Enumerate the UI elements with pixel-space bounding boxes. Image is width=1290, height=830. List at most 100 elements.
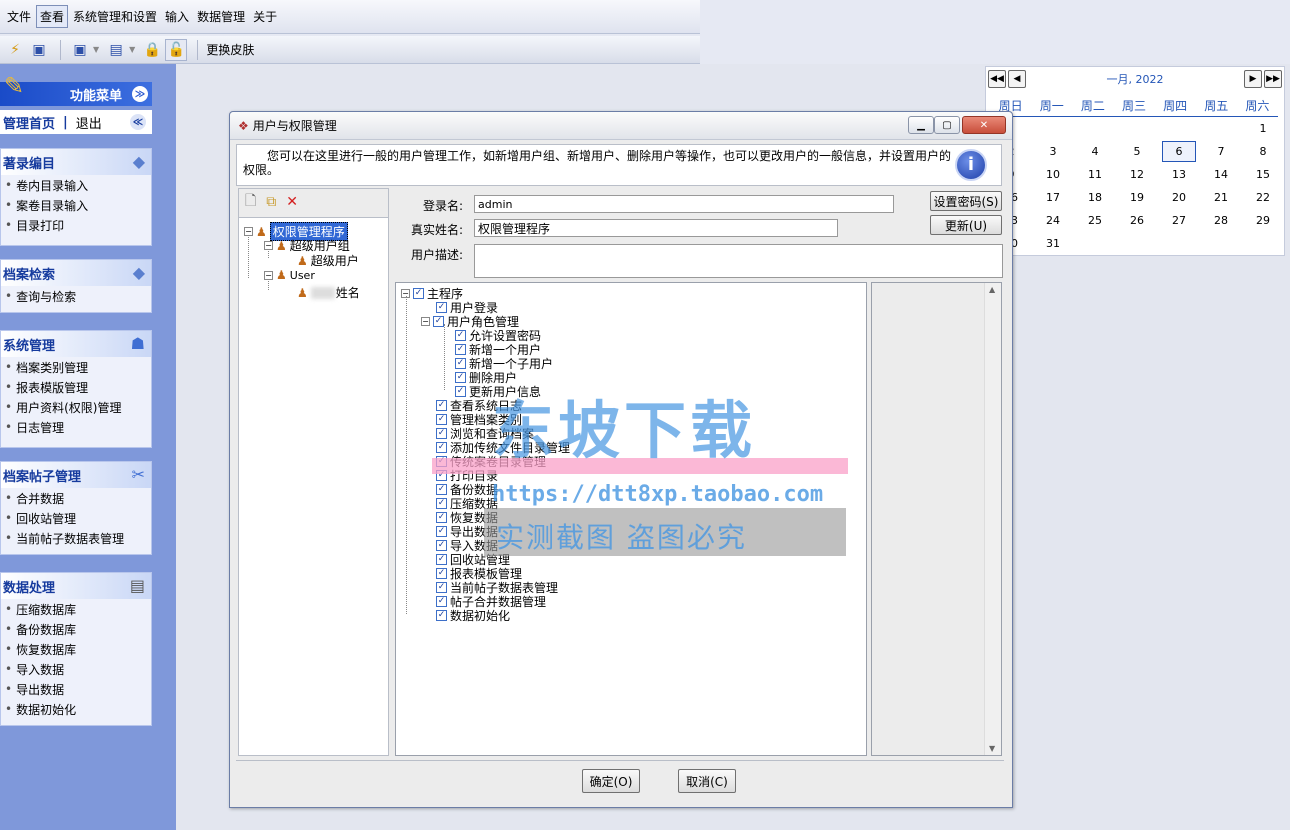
calendar-day[interactable]: 29	[1242, 209, 1284, 232]
permission-checkbox[interactable]: ✓	[436, 469, 447, 481]
permission-checkbox[interactable]: ✓	[436, 399, 447, 411]
collapse-icon[interactable]: −	[264, 270, 273, 280]
print-icon[interactable]: ▤	[105, 39, 127, 61]
permission-checkbox[interactable]: ✓	[436, 413, 447, 425]
lock-icon[interactable]: 🔒	[141, 39, 163, 61]
sidebar-item-print-catalog[interactable]: 目录打印	[1, 215, 151, 235]
calendar-day[interactable]: 7	[1200, 140, 1242, 163]
collapse-icon[interactable]: ≫	[132, 86, 148, 102]
permission-checkbox[interactable]: ✓	[433, 315, 444, 327]
calendar-day[interactable]: 13	[1158, 163, 1200, 186]
calendar-day[interactable]: 17	[1032, 186, 1074, 209]
tree-user[interactable]: ♟ 姓名	[297, 284, 360, 301]
sidebar-item-report-template[interactable]: 报表模版管理	[1, 377, 151, 397]
delete-icon[interactable]: ✕	[286, 194, 298, 210]
permission-checkbox[interactable]: ✓	[436, 581, 447, 593]
panel-header[interactable]: 数据处理 ▤	[1, 573, 151, 599]
chevron-down-icon[interactable]: ▼	[129, 45, 135, 54]
calendar-day[interactable]: 12	[1116, 163, 1158, 186]
sidebar-item-query[interactable]: 查询与检索	[1, 286, 151, 306]
scroll-up-icon[interactable]: ▲	[989, 285, 995, 294]
tree-user[interactable]: ♟ 超级用户	[297, 252, 359, 269]
calendar-day[interactable]: 15	[1242, 163, 1284, 186]
unlock-icon[interactable]: 🔓	[165, 38, 188, 61]
set-password-button[interactable]: 设置密码(S)	[930, 191, 1002, 211]
scrollbar[interactable]: ▲ ▼	[984, 283, 1001, 755]
calendar-day[interactable]: 11	[1074, 163, 1116, 186]
next-month-icon[interactable]: ▶	[1244, 70, 1262, 88]
collapse-icon[interactable]: −	[244, 227, 253, 236]
calendar-day[interactable]: 19	[1116, 186, 1158, 209]
minimize-icon[interactable]: ▁	[908, 116, 934, 134]
sidebar-item-category[interactable]: 档案类别管理	[1, 357, 151, 377]
permission-checkbox[interactable]: ✓	[455, 371, 466, 383]
calendar-today[interactable]: 6	[1162, 141, 1196, 162]
permission-checkbox[interactable]: ✓	[413, 287, 424, 299]
permission-checkbox[interactable]: ✓	[455, 329, 466, 341]
close-icon[interactable]: ✕	[962, 116, 1006, 134]
menu-file[interactable]: 文件	[4, 6, 34, 27]
save-icon[interactable]: ▣	[28, 39, 50, 61]
panel-header[interactable]: 著录编目 ◆	[1, 149, 151, 175]
calendar-day[interactable]: 24	[1032, 209, 1074, 232]
calendar-day[interactable]: 27	[1158, 209, 1200, 232]
sidebar-item-compress[interactable]: 压缩数据库	[1, 599, 151, 619]
calendar-day[interactable]: 18	[1074, 186, 1116, 209]
tree-group[interactable]: − ♟ User	[264, 268, 315, 282]
permission-node[interactable]: ✓ 数据初始化	[436, 608, 510, 623]
permission-checkbox[interactable]: ✓	[455, 343, 466, 355]
dialog-titlebar[interactable]: ❖ 用户与权限管理	[230, 112, 1012, 140]
permission-checkbox[interactable]: ✓	[436, 441, 447, 453]
permission-checkbox[interactable]: ✓	[436, 567, 447, 579]
calendar-day[interactable]: 4	[1074, 140, 1116, 163]
calendar-day[interactable]: 14	[1200, 163, 1242, 186]
chevron-down-icon[interactable]: ▼	[93, 45, 99, 54]
menu-data[interactable]: 数据管理	[194, 6, 248, 27]
menu-system[interactable]: 系统管理和设置	[70, 6, 160, 27]
desc-input[interactable]	[474, 244, 1003, 278]
sidebar-item-restore[interactable]: 恢复数据库	[1, 639, 151, 659]
sidebar-item-volume-input[interactable]: 卷内目录输入	[1, 175, 151, 195]
change-skin-button[interactable]: 更换皮肤	[206, 41, 254, 58]
permission-checkbox[interactable]: ✓	[436, 427, 447, 439]
login-input[interactable]: admin	[474, 195, 894, 213]
cancel-button[interactable]: 取消(C)	[678, 769, 736, 793]
sidebar-item-log[interactable]: 日志管理	[1, 417, 151, 437]
sidebar-item-backup[interactable]: 备份数据库	[1, 619, 151, 639]
calendar-day[interactable]: 22	[1242, 186, 1284, 209]
permission-checkbox[interactable]: ✓	[455, 385, 466, 397]
maximize-icon[interactable]: ▢	[934, 116, 960, 134]
permission-checkbox[interactable]: ✓	[436, 497, 447, 509]
sidebar-item-init[interactable]: 数据初始化	[1, 699, 151, 719]
sidebar-item-export[interactable]: 导出数据	[1, 679, 151, 699]
collapse-icon[interactable]: −	[421, 316, 430, 326]
menu-about[interactable]: 关于	[250, 6, 280, 27]
calendar-day[interactable]: 10	[1032, 163, 1074, 186]
permission-checkbox[interactable]: ✓	[455, 357, 466, 369]
copy-icon[interactable]: ⧉	[266, 194, 276, 210]
sidebar-item-current-table[interactable]: 当前帖子数据表管理	[1, 528, 151, 548]
next-year-icon[interactable]: ▶▶	[1264, 70, 1282, 88]
calendar-day[interactable]: 5	[1116, 140, 1158, 163]
home-link[interactable]: 管理首页	[3, 113, 55, 132]
calendar-day[interactable]: 26	[1116, 209, 1158, 232]
scroll-down-icon[interactable]: ▼	[989, 744, 995, 753]
realname-input[interactable]: 权限管理程序	[474, 219, 838, 237]
calendar-day[interactable]: 25	[1074, 209, 1116, 232]
logout-link[interactable]: 退出	[76, 113, 102, 132]
wand-icon[interactable]: ⚡	[4, 39, 26, 61]
permission-checkbox[interactable]: ✓	[436, 595, 447, 607]
permission-checkbox[interactable]: ✓	[436, 455, 447, 467]
panel-header[interactable]: 系统管理 ☗	[1, 331, 151, 357]
calendar-day[interactable]: 8	[1242, 140, 1284, 163]
permission-checkbox[interactable]: ✓	[436, 301, 447, 313]
menu-view[interactable]: 查看	[36, 5, 69, 28]
collapse-icon[interactable]: ≪	[130, 114, 146, 130]
sidebar-item-user-permissions[interactable]: 用户资料(权限)管理	[1, 397, 151, 417]
calendar-day[interactable]: 1	[1242, 117, 1284, 140]
sidebar-item-case-input[interactable]: 案卷目录输入	[1, 195, 151, 215]
save-as-icon[interactable]: ▣	[69, 39, 91, 61]
update-button[interactable]: 更新(U)	[930, 215, 1002, 235]
panel-header[interactable]: 档案帖子管理 ✂	[1, 462, 151, 488]
permission-checkbox[interactable]: ✓	[436, 609, 447, 621]
